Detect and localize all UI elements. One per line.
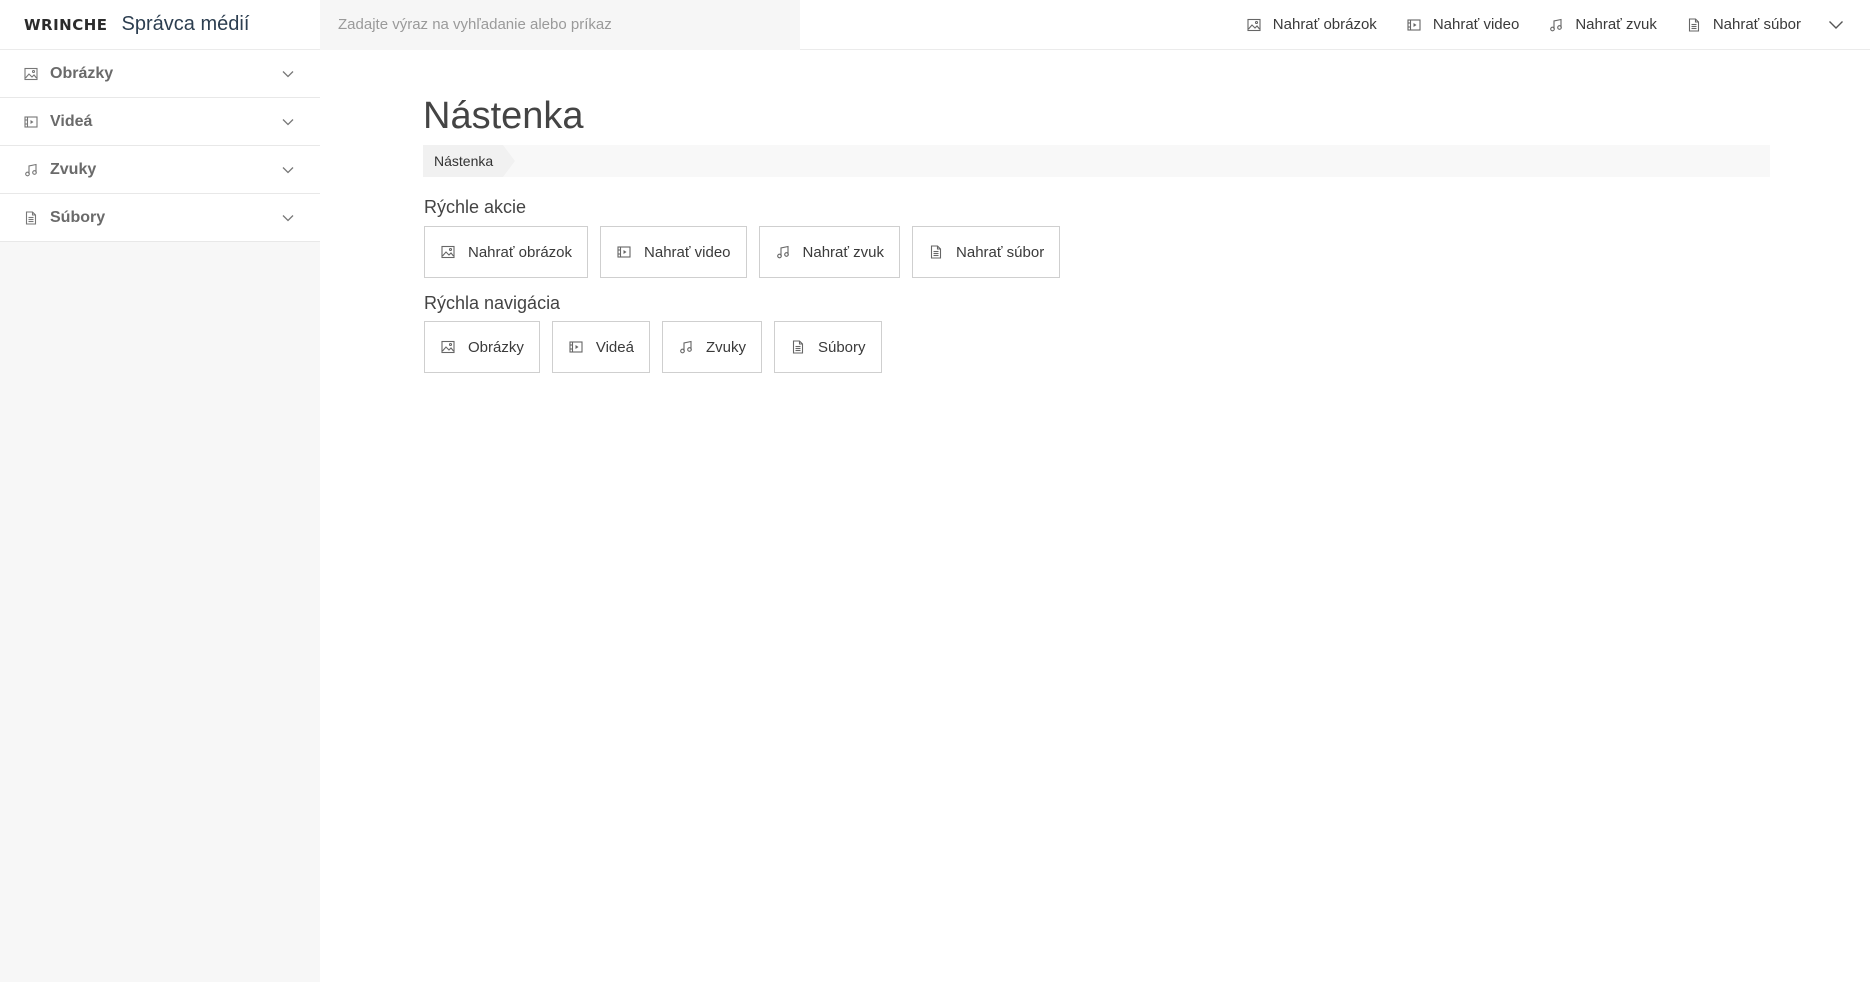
- main-content: Nástenka Nástenka Rýchle akcie Nahrať ob…: [320, 50, 1870, 982]
- breadcrumb-item-dashboard[interactable]: Nástenka: [423, 145, 516, 177]
- sidebar-item-sounds[interactable]: Zvuky: [0, 146, 320, 194]
- button-label: Zvuky: [705, 338, 746, 356]
- brand[interactable]: WRINCHE Správca médií: [0, 0, 320, 50]
- music-icon: [1549, 18, 1563, 32]
- chevron-down-icon: [1828, 20, 1844, 30]
- quick-nav-title: Rýchla navigácia: [424, 293, 561, 313]
- image-icon: [441, 340, 455, 354]
- sidebar-item-label: Videá: [50, 112, 93, 130]
- music-icon: [776, 245, 790, 259]
- brand-logo: WRINCHE: [24, 15, 108, 34]
- chevron-down-icon: [282, 214, 294, 222]
- button-label: Súbory: [817, 338, 866, 356]
- quick-nav: Obrázky Videá Zvuky Súbory: [424, 321, 894, 373]
- button-label: Nahrať obrázok: [468, 243, 573, 261]
- image-icon: [1247, 18, 1261, 32]
- upload-image-button[interactable]: Nahrať obrázok: [1232, 0, 1392, 50]
- chevron-down-icon: [282, 70, 294, 78]
- upload-image-label: Nahrať obrázok: [1272, 16, 1377, 33]
- film-icon: [569, 340, 583, 354]
- chevron-down-icon: [282, 166, 294, 174]
- breadcrumb: Nástenka: [423, 145, 1770, 177]
- nav-videos-button[interactable]: Videá: [551, 321, 650, 373]
- image-icon: [441, 245, 455, 259]
- upload-file-label: Nahrať súbor: [1712, 16, 1801, 33]
- button-label: Nahrať súbor: [956, 243, 1045, 261]
- music-icon: [679, 340, 693, 354]
- quick-upload-video-button[interactable]: Nahrať video: [600, 226, 747, 278]
- upload-file-button[interactable]: Nahrať súbor: [1672, 0, 1816, 50]
- film-icon: [24, 115, 38, 129]
- sidebar: Obrázky Videá Zvuky Súbory: [0, 50, 320, 982]
- user-menu-toggle[interactable]: [1816, 0, 1856, 50]
- film-icon: [617, 245, 631, 259]
- top-bar: WRINCHE Správca médií Nahrať obrázok Nah…: [0, 0, 1870, 50]
- file-icon: [1687, 17, 1701, 32]
- file-icon: [791, 340, 805, 354]
- quick-actions-title: Rýchle akcie: [424, 197, 527, 217]
- top-actions: Nahrať obrázok Nahrať video Nahrať zvuk …: [1232, 0, 1870, 50]
- quick-upload-audio-button[interactable]: Nahrať zvuk: [758, 226, 901, 278]
- image-icon: [24, 67, 38, 81]
- quick-upload-file-button[interactable]: Nahrať súbor: [912, 226, 1061, 278]
- app-title: Správca médií: [121, 13, 250, 35]
- sidebar-item-label: Zvuky: [50, 160, 97, 178]
- upload-video-button[interactable]: Nahrať video: [1392, 0, 1535, 50]
- button-label: Obrázky: [468, 338, 524, 356]
- sidebar-item-images[interactable]: Obrázky: [0, 50, 320, 98]
- quick-actions: Nahrať obrázok Nahrať video Nahrať zvuk …: [424, 226, 1072, 278]
- page-title: Nástenka: [423, 95, 584, 137]
- quick-upload-image-button[interactable]: Nahrať obrázok: [424, 226, 589, 278]
- nav-sounds-button[interactable]: Zvuky: [661, 321, 762, 373]
- upload-video-label: Nahrať video: [1432, 16, 1520, 33]
- upload-audio-label: Nahrať zvuk: [1575, 16, 1657, 33]
- sidebar-item-files[interactable]: Súbory: [0, 194, 320, 242]
- button-label: Videá: [595, 338, 634, 356]
- nav-files-button[interactable]: Súbory: [773, 321, 882, 373]
- sidebar-item-videos[interactable]: Videá: [0, 98, 320, 146]
- button-label: Nahrať video: [644, 243, 731, 261]
- music-icon: [24, 163, 38, 177]
- film-icon: [1407, 18, 1421, 32]
- sidebar-item-label: Obrázky: [50, 64, 114, 82]
- file-icon: [929, 245, 943, 259]
- sidebar-item-label: Súbory: [50, 208, 106, 226]
- search-input[interactable]: [320, 0, 800, 50]
- chevron-down-icon: [282, 118, 294, 126]
- file-icon: [24, 210, 38, 225]
- upload-audio-button[interactable]: Nahrať zvuk: [1534, 0, 1672, 50]
- button-label: Nahrať zvuk: [802, 243, 885, 261]
- nav-images-button[interactable]: Obrázky: [424, 321, 540, 373]
